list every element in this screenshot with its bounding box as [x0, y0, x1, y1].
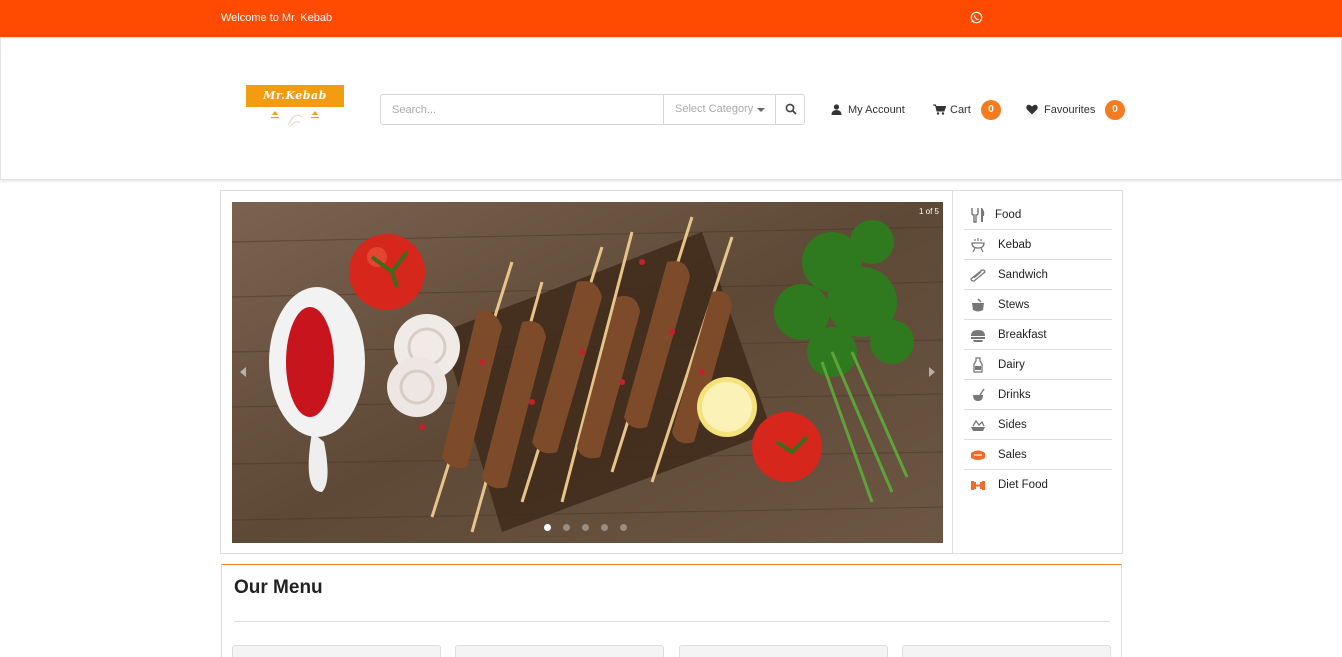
- search-input[interactable]: [381, 95, 663, 124]
- category-label: Breakfast: [998, 329, 1047, 341]
- hero-section: 1 of 5 Food Kebab Sandwich Stews Breakfa…: [220, 190, 1123, 554]
- category-item-kebab[interactable]: Kebab: [964, 230, 1112, 260]
- category-label: Stews: [998, 299, 1030, 311]
- category-label: Kebab: [998, 239, 1032, 251]
- menu-section: Our Menu: [221, 564, 1122, 657]
- cart-link[interactable]: Cart 0: [933, 100, 1003, 120]
- menu-card[interactable]: [455, 645, 664, 657]
- menu-card[interactable]: [902, 645, 1111, 657]
- drink-icon: [973, 388, 985, 401]
- category-item-diet-food[interactable]: Diet Food: [964, 470, 1112, 500]
- favourites-count-badge: 0: [1105, 100, 1125, 120]
- category-item-dairy[interactable]: Dairy: [964, 350, 1112, 380]
- dumbbell-icon: [971, 481, 985, 490]
- logo-text: Mr.Kebab: [246, 85, 344, 107]
- slider-next-icon[interactable]: [929, 367, 935, 377]
- slider-dot-4[interactable]: [601, 524, 608, 531]
- category-item-sandwich[interactable]: Sandwich: [964, 260, 1112, 290]
- site-header: Mr.Kebab Select Category My Account Cart…: [0, 37, 1342, 180]
- breakfast-icon: [971, 330, 985, 342]
- category-label: Diet Food: [998, 479, 1048, 491]
- slider-dot-1[interactable]: [544, 524, 551, 531]
- category-item-sides[interactable]: Sides: [964, 410, 1112, 440]
- user-icon: [831, 104, 842, 115]
- my-account-link[interactable]: My Account: [831, 101, 911, 119]
- sales-icon: [971, 450, 985, 460]
- cart-label: Cart: [950, 104, 971, 116]
- favourites-link[interactable]: Favourites 0: [1026, 100, 1126, 120]
- site-logo[interactable]: Mr.Kebab: [246, 85, 344, 129]
- sides-icon: [971, 419, 985, 431]
- top-bar: Welcome to Mr. Kebab: [0, 0, 1342, 37]
- category-label: Dairy: [998, 359, 1025, 371]
- cart-icon: [933, 104, 946, 115]
- cart-count-badge: 0: [981, 100, 1001, 120]
- category-item-food[interactable]: Food: [964, 200, 1112, 230]
- slide-counter: 1 of 5: [918, 207, 939, 216]
- whatsapp-icon[interactable]: [970, 11, 983, 24]
- category-item-stews[interactable]: Stews: [964, 290, 1112, 320]
- search-bar: Select Category: [380, 94, 805, 125]
- category-select[interactable]: Select Category: [663, 95, 775, 124]
- caret-down-icon: [757, 108, 765, 112]
- search-button[interactable]: [775, 95, 805, 124]
- welcome-text: Welcome to Mr. Kebab: [221, 12, 333, 24]
- menu-divider: [234, 621, 1110, 622]
- category-label: Sides: [998, 419, 1027, 431]
- slider-dot-2[interactable]: [563, 524, 570, 531]
- category-select-label: Select Category: [675, 103, 754, 115]
- category-item-breakfast[interactable]: Breakfast: [964, 320, 1112, 350]
- category-item-drinks[interactable]: Drinks: [964, 380, 1112, 410]
- grill-icon: [971, 238, 985, 253]
- hero-slide[interactable]: 1 of 5: [232, 202, 943, 543]
- category-label: Drinks: [998, 389, 1031, 401]
- menu-title: Our Menu: [234, 577, 323, 598]
- category-label: Sales: [998, 449, 1027, 461]
- category-label: Food: [995, 209, 1022, 221]
- menu-card[interactable]: [232, 645, 441, 657]
- category-list: Food Kebab Sandwich Stews Breakfast Dair…: [952, 191, 1123, 553]
- search-icon: [785, 103, 797, 115]
- pot-icon: [972, 298, 984, 312]
- slider-dot-5[interactable]: [620, 524, 627, 531]
- fork-knife-icon: [971, 208, 985, 223]
- menu-card[interactable]: [679, 645, 888, 657]
- heart-icon: [1026, 104, 1038, 115]
- logo-emblem-icon: [271, 111, 319, 128]
- milk-bottle-icon: [973, 357, 983, 373]
- slider-dots: [544, 524, 634, 532]
- favourites-label: Favourites: [1044, 104, 1096, 116]
- slider-prev-icon[interactable]: [240, 367, 246, 377]
- category-item-sales[interactable]: Sales: [964, 440, 1112, 470]
- my-account-label: My Account: [848, 104, 905, 116]
- slider-dot-3[interactable]: [582, 524, 589, 531]
- kebab-photo: [232, 202, 943, 543]
- sandwich-icon: [970, 269, 986, 282]
- category-label: Sandwich: [998, 269, 1048, 281]
